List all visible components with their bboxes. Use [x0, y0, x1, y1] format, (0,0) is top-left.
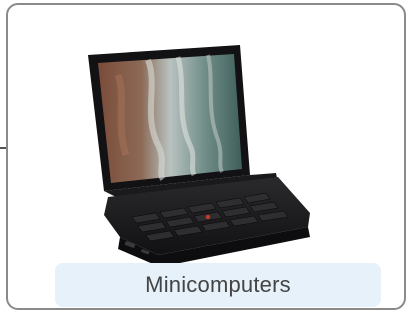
mini-laptop-icon	[88, 45, 310, 267]
category-card-minicomputers[interactable]: Minicomputers	[6, 3, 406, 310]
category-label: Minicomputers	[145, 272, 291, 297]
category-label-box: Minicomputers	[55, 263, 381, 307]
page: Minicomputers	[0, 0, 412, 315]
trackpoint	[205, 214, 211, 220]
